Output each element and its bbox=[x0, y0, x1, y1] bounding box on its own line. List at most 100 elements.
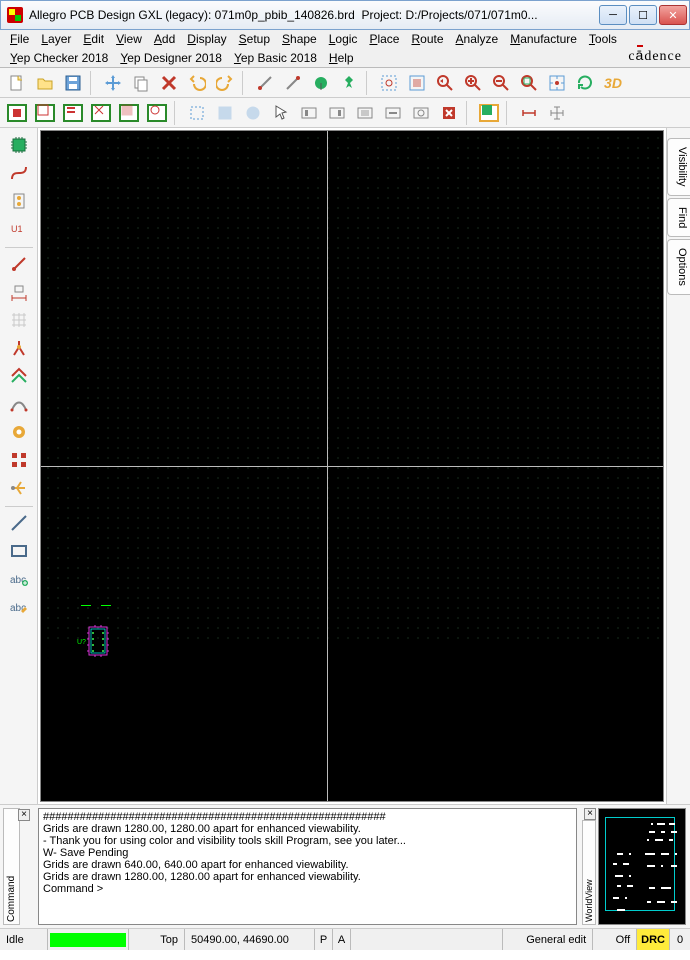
disp-3-icon[interactable] bbox=[60, 101, 86, 125]
worldview-canvas[interactable] bbox=[598, 808, 686, 925]
crosshair-horizontal bbox=[41, 466, 663, 467]
menu-logic[interactable]: Logic bbox=[323, 30, 364, 48]
group-b-icon[interactable] bbox=[324, 101, 350, 125]
text-add-icon[interactable]: abc bbox=[5, 566, 33, 592]
tab-find[interactable]: Find bbox=[667, 198, 690, 237]
disp-6-icon[interactable] bbox=[144, 101, 170, 125]
maximize-button[interactable]: ☐ bbox=[629, 5, 657, 25]
zoom-out-icon[interactable] bbox=[488, 71, 514, 95]
worldview-content bbox=[599, 809, 685, 924]
group-c-icon[interactable] bbox=[352, 101, 378, 125]
group-d-icon[interactable] bbox=[380, 101, 406, 125]
branch-icon[interactable] bbox=[5, 335, 33, 361]
text-edit-icon[interactable]: abc bbox=[5, 594, 33, 620]
menu-display[interactable]: Display bbox=[181, 30, 232, 48]
zoom-sel-icon[interactable] bbox=[516, 71, 542, 95]
status-layer[interactable]: Top bbox=[129, 929, 185, 950]
disp-5-icon[interactable] bbox=[116, 101, 142, 125]
menu-edit[interactable]: Edit bbox=[77, 30, 110, 48]
group-a-icon[interactable] bbox=[296, 101, 322, 125]
pointer-icon[interactable] bbox=[268, 101, 294, 125]
layer-icon[interactable] bbox=[476, 101, 502, 125]
trace-icon[interactable] bbox=[5, 160, 33, 186]
project-label: Project: bbox=[361, 8, 402, 22]
worldview-close-icon[interactable]: × bbox=[584, 808, 596, 820]
grid-ref-icon[interactable] bbox=[5, 307, 33, 333]
title-bar: Allegro PCB Design GXL (legacy): 071m0p_… bbox=[0, 0, 690, 30]
move-icon[interactable] bbox=[100, 71, 126, 95]
group-e-icon[interactable] bbox=[408, 101, 434, 125]
menu-view[interactable]: View bbox=[110, 30, 148, 48]
measure-b-icon[interactable] bbox=[280, 71, 306, 95]
disp-1-icon[interactable] bbox=[4, 101, 30, 125]
route-net-icon[interactable] bbox=[5, 363, 33, 389]
pad-icon[interactable] bbox=[5, 188, 33, 214]
menu-yep-designer[interactable]: Yep Designer 2018 bbox=[114, 49, 228, 67]
menu-layer[interactable]: Layer bbox=[35, 30, 77, 48]
new-file-icon[interactable] bbox=[4, 71, 30, 95]
zoom-prev-icon[interactable] bbox=[432, 71, 458, 95]
status-a-button[interactable]: A bbox=[333, 929, 351, 950]
dim-hv-icon[interactable] bbox=[544, 101, 570, 125]
menu-shape[interactable]: Shape bbox=[276, 30, 323, 48]
warn-icon[interactable] bbox=[436, 101, 462, 125]
menu-file[interactable]: File bbox=[4, 30, 35, 48]
command-prompt[interactable]: Command > bbox=[43, 883, 572, 895]
menu-add[interactable]: Add bbox=[148, 30, 181, 48]
select-fill-icon[interactable] bbox=[212, 101, 238, 125]
copy-icon[interactable] bbox=[128, 71, 154, 95]
menu-analyze[interactable]: Analyze bbox=[450, 30, 505, 48]
save-icon[interactable] bbox=[60, 71, 86, 95]
dimension-icon[interactable] bbox=[5, 279, 33, 305]
command-close-icon[interactable]: × bbox=[18, 809, 30, 821]
menu-place[interactable]: Place bbox=[363, 30, 405, 48]
probe-icon[interactable] bbox=[5, 251, 33, 277]
delete-icon[interactable] bbox=[156, 71, 182, 95]
open-icon[interactable] bbox=[32, 71, 58, 95]
select-rect-icon[interactable] bbox=[184, 101, 210, 125]
zoom-fit-icon[interactable] bbox=[404, 71, 430, 95]
select-circle-icon[interactable] bbox=[240, 101, 266, 125]
rect-outline-icon[interactable] bbox=[5, 538, 33, 564]
menu-tools[interactable]: Tools bbox=[583, 30, 623, 48]
menu-yep-checker[interactable]: Yep Checker 2018 bbox=[4, 49, 114, 67]
zoom-center-icon[interactable] bbox=[544, 71, 570, 95]
tab-visibility[interactable]: Visibility bbox=[667, 138, 690, 196]
3d-view-icon[interactable]: 3D bbox=[600, 71, 626, 95]
status-mode[interactable]: General edit bbox=[503, 929, 593, 950]
fanout-icon[interactable] bbox=[5, 475, 33, 501]
status-drc[interactable]: DRC bbox=[637, 929, 670, 950]
pin-icon[interactable] bbox=[336, 71, 362, 95]
chip-green-icon[interactable] bbox=[5, 132, 33, 158]
toolbar-separator bbox=[506, 101, 512, 125]
measure-a-icon[interactable] bbox=[252, 71, 278, 95]
redo-icon[interactable] bbox=[212, 71, 238, 95]
ref-icon[interactable]: U1 bbox=[5, 216, 33, 242]
menu-help[interactable]: Help bbox=[323, 49, 360, 67]
design-canvas[interactable]: U? bbox=[40, 130, 664, 802]
status-p-button[interactable]: P bbox=[315, 929, 333, 950]
menu-manufacture[interactable]: Manufacture bbox=[504, 30, 583, 48]
disp-4-icon[interactable] bbox=[88, 101, 114, 125]
status-snap[interactable]: Off bbox=[593, 929, 637, 950]
menu-yep-basic[interactable]: Yep Basic 2018 bbox=[228, 49, 323, 67]
command-log[interactable]: ########################################… bbox=[38, 808, 577, 925]
line-icon[interactable] bbox=[5, 510, 33, 536]
placed-component[interactable]: U? bbox=[81, 621, 115, 661]
menu-route[interactable]: Route bbox=[405, 30, 449, 48]
flag-green-icon[interactable] bbox=[308, 71, 334, 95]
stitch-icon[interactable] bbox=[5, 391, 33, 417]
minimize-button[interactable]: ─ bbox=[599, 5, 627, 25]
close-button[interactable]: ✕ bbox=[659, 5, 687, 25]
array-icon[interactable] bbox=[5, 447, 33, 473]
via-icon[interactable] bbox=[5, 419, 33, 445]
disp-2-icon[interactable] bbox=[32, 101, 58, 125]
menu-setup[interactable]: Setup bbox=[233, 30, 276, 48]
undo-icon[interactable] bbox=[184, 71, 210, 95]
log-line: Grids are drawn 640.00, 640.00 apart for… bbox=[43, 859, 572, 871]
dim-h-icon[interactable] bbox=[516, 101, 542, 125]
zoom-in-icon[interactable] bbox=[460, 71, 486, 95]
zoom-window-icon[interactable] bbox=[376, 71, 402, 95]
refresh-icon[interactable] bbox=[572, 71, 598, 95]
tab-options[interactable]: Options bbox=[667, 239, 690, 295]
